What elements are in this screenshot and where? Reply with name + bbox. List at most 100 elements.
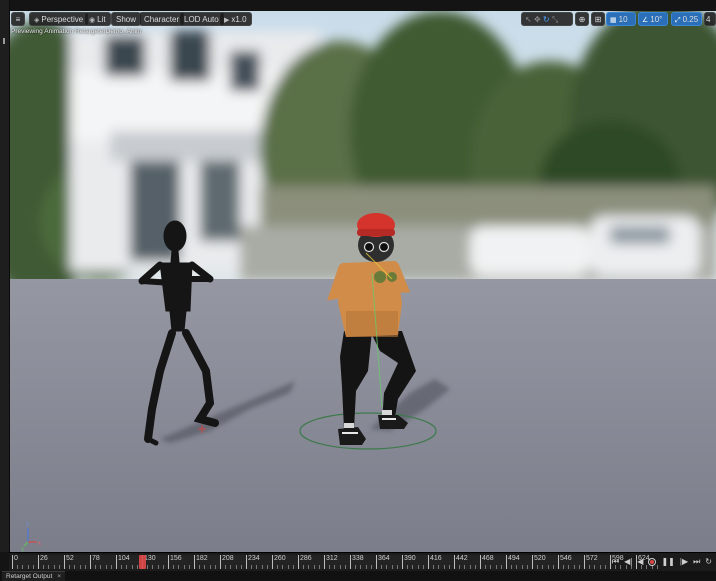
- minor-tick: [131, 565, 133, 569]
- minor-tick: [136, 565, 138, 569]
- frame-tick: [90, 555, 91, 569]
- lod-button[interactable]: LOD Auto: [179, 12, 224, 26]
- scale-tool-icon[interactable]: ⤡: [552, 15, 558, 24]
- minor-tick: [422, 565, 424, 569]
- perspective-button[interactable]: ◈ Perspective: [29, 12, 89, 26]
- skip-to-start-icon[interactable]: ⏮: [612, 556, 619, 568]
- world-space-button[interactable]: ⊕: [575, 12, 589, 26]
- timeline-scrubber[interactable]: 0 26 52 78 104 130 156 182 208 234 260 286 312 338 364…: [9, 552, 716, 571]
- scale-snap-value: 0.25: [682, 15, 699, 24]
- frame-tick: [272, 555, 273, 569]
- minor-tick: [48, 565, 50, 569]
- left-panel-edge: [0, 0, 10, 552]
- minor-tick: [292, 565, 294, 569]
- minor-tick: [412, 565, 414, 569]
- minor-tick: [303, 565, 305, 569]
- rotate-tool-icon[interactable]: ↻: [543, 15, 550, 24]
- lit-sphere-icon: ◉: [89, 17, 96, 24]
- grid-snap-button[interactable]: ▦ 10: [606, 12, 636, 26]
- minor-tick: [53, 565, 55, 569]
- frame-label: 520: [534, 555, 546, 562]
- minor-tick: [121, 565, 123, 569]
- play-rate-button[interactable]: ▶ x1.0: [219, 12, 252, 26]
- frame-label: 260: [274, 555, 286, 562]
- minor-tick: [511, 565, 513, 569]
- minor-tick: [370, 565, 372, 569]
- minor-tick: [79, 565, 81, 569]
- step-forward-icon[interactable]: |▶: [680, 556, 688, 568]
- minor-tick: [599, 565, 601, 569]
- minor-tick: [448, 565, 450, 569]
- preview-status-text: Previewing Animation RetargeterDemo_Anim: [11, 28, 142, 35]
- minor-tick: [563, 565, 565, 569]
- scale-snap-icon: ⤢: [675, 17, 681, 24]
- viewport-scene: z y x: [10, 11, 716, 552]
- minor-tick: [365, 565, 367, 569]
- skip-to-end-icon[interactable]: ⏭: [693, 556, 700, 568]
- viewport-menu-button[interactable]: ≡: [11, 12, 25, 26]
- close-icon[interactable]: ×: [57, 573, 61, 580]
- frame-label: 390: [404, 555, 416, 562]
- camera-speed-button[interactable]: 4: [704, 12, 716, 26]
- minor-tick: [339, 565, 341, 569]
- minor-tick: [256, 565, 258, 569]
- playhead[interactable]: [139, 555, 146, 569]
- frame-tick: [246, 555, 247, 569]
- frame-label: 156: [170, 555, 182, 562]
- minor-tick: [474, 565, 476, 569]
- minor-tick: [162, 565, 164, 569]
- select-tool-icon[interactable]: ↖: [525, 15, 532, 24]
- minor-tick: [152, 565, 154, 569]
- lod-label: LOD Auto: [184, 15, 219, 24]
- frame-tick: [350, 555, 351, 569]
- viewport-toolbar: ≡ ◈ Perspective ◉ Lit Show Character LOD A…: [10, 12, 716, 28]
- frame-label: 0: [14, 555, 18, 562]
- surface-snap-button[interactable]: ⊞: [591, 12, 605, 26]
- minor-tick: [433, 565, 435, 569]
- globe-icon: ⊕: [578, 15, 586, 24]
- minor-tick: [126, 565, 128, 569]
- frame-label: 26: [40, 555, 48, 562]
- play-rate-label: x1.0: [231, 15, 247, 24]
- svg-text:z: z: [26, 522, 29, 528]
- loop-icon[interactable]: ↻: [705, 556, 712, 568]
- minor-tick: [110, 565, 112, 569]
- preview-viewport[interactable]: z y x: [10, 11, 716, 552]
- frame-tick: [220, 555, 221, 569]
- frame-tick: [506, 555, 507, 569]
- minor-tick: [251, 565, 253, 569]
- rotation-snap-button[interactable]: ∠ 10°: [638, 12, 668, 26]
- lit-button[interactable]: ◉ Lit: [84, 12, 111, 26]
- play-reverse-icon[interactable]: ◀: [637, 556, 643, 568]
- step-back-icon[interactable]: ◀|: [624, 556, 632, 568]
- minor-tick: [334, 565, 336, 569]
- frame-tick: [298, 555, 299, 569]
- frame-tick: [558, 555, 559, 569]
- show-button[interactable]: Show: [111, 12, 142, 26]
- minor-tick: [526, 565, 528, 569]
- hamburger-icon: ≡: [15, 15, 21, 24]
- minor-tick: [542, 565, 544, 569]
- minor-tick: [204, 565, 206, 569]
- minor-tick: [225, 565, 227, 569]
- pause-icon[interactable]: ❚❚: [661, 556, 674, 568]
- timeline-ruler[interactable]: 0 26 52 78 104 130 156 182 208 234 260 286 312 338 364…: [12, 555, 658, 569]
- minor-tick: [178, 565, 180, 569]
- frame-tick: [532, 555, 533, 569]
- record-icon[interactable]: [648, 558, 657, 566]
- minor-tick: [58, 565, 60, 569]
- frame-tick: [610, 555, 611, 569]
- minor-tick: [287, 565, 289, 569]
- character-button[interactable]: Character: [139, 12, 185, 26]
- move-tool-icon[interactable]: ✥: [534, 15, 541, 24]
- minor-tick: [381, 565, 383, 569]
- minor-tick: [396, 565, 398, 569]
- bottom-tab-bar: Retarget Output ×: [0, 571, 716, 581]
- frame-label: 546: [560, 555, 572, 562]
- rotation-snap-value: 10°: [650, 15, 663, 24]
- character-label: Character: [144, 15, 180, 24]
- minor-tick: [266, 565, 268, 569]
- scale-snap-button[interactable]: ⤢ 0.25: [671, 12, 702, 26]
- frame-label: 208: [222, 555, 234, 562]
- minor-tick: [552, 565, 554, 569]
